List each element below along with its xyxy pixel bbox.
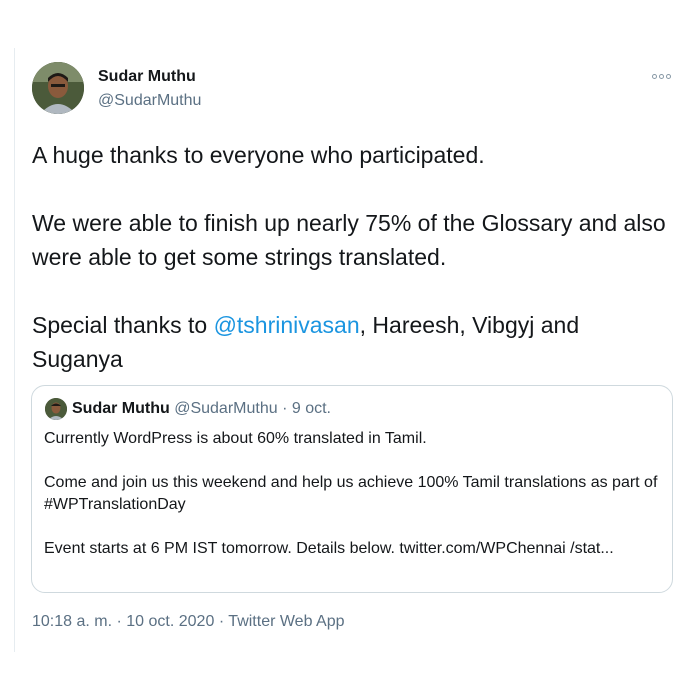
author-name[interactable]: Sudar Muthu (98, 68, 196, 86)
quoted-date: 9 oct. (291, 400, 331, 417)
tweet-text: A huge thanks to everyone who participat… (32, 138, 672, 376)
quoted-text: Currently WordPress is about 60% transla… (44, 428, 664, 560)
more-dot (652, 73, 657, 79)
quoted-author-handle: @SudarMuthu (174, 400, 278, 417)
quoted-header: Sudar Muthu @SudarMuthu · 9 oct. (72, 400, 331, 418)
quoted-separator: · (282, 400, 288, 417)
more-dot (659, 73, 664, 79)
author-avatar[interactable] (32, 62, 84, 114)
quoted-author-avatar-image (45, 398, 67, 420)
tweet-time[interactable]: 10:18 a. m. (32, 613, 112, 630)
quoted-author-avatar (45, 398, 67, 420)
tweet-line-prefix: Special thanks to (32, 312, 214, 338)
more-dot (666, 73, 671, 79)
tweet-line: Special thanks to @tshrinivasan, Hareesh… (32, 308, 672, 376)
tweet-line: We were able to finish up nearly 75% of … (32, 210, 666, 270)
quoted-author-name: Sudar Muthu (72, 400, 170, 417)
author-avatar-image (32, 62, 84, 114)
footer-separator: · (116, 613, 122, 630)
quoted-line: Come and join us this weekend and help u… (44, 474, 658, 513)
footer-separator: · (218, 613, 225, 630)
quoted-line: Currently WordPress is about 60% transla… (44, 430, 427, 447)
tweet-date[interactable]: 10 oct. 2020 (126, 613, 214, 630)
mention-link[interactable]: @tshrinivasan (214, 312, 360, 338)
tweet-footer: 10:18 a. m. · 10 oct. 2020 · Twitter Web… (32, 613, 345, 631)
quoted-line: Event starts at 6 PM IST tomorrow. Detai… (44, 540, 614, 557)
tweet-line: A huge thanks to everyone who participat… (32, 142, 485, 168)
tweet-source-app[interactable]: Twitter Web App (228, 613, 344, 630)
more-options-icon[interactable] (652, 70, 674, 82)
author-handle[interactable]: @SudarMuthu (98, 92, 201, 110)
